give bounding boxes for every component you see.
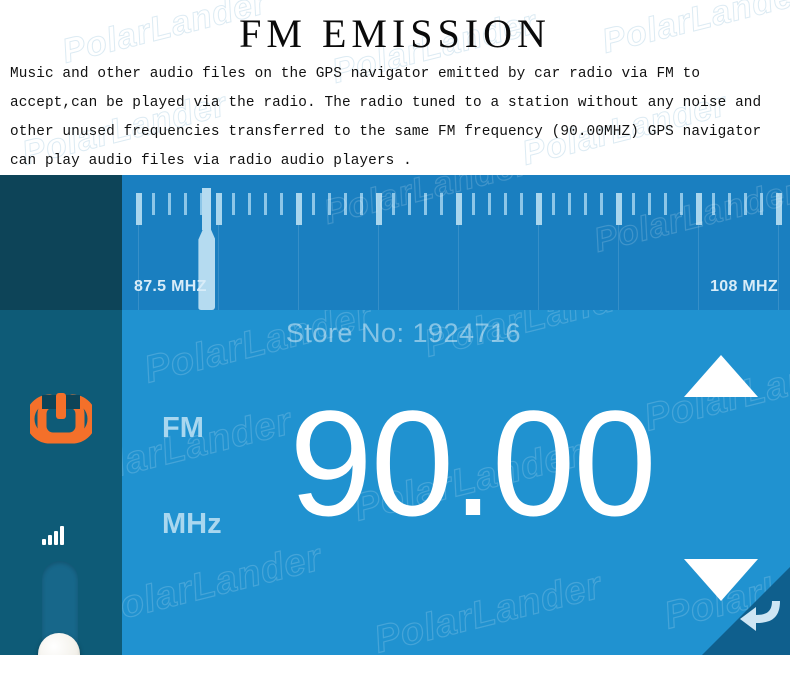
tuner-needle-body (198, 228, 216, 310)
frequency-tuner-scale[interactable]: 87.5 MHZ 108 MHZ PolarLander PolarLander (122, 175, 790, 310)
tuner-tick-minor (744, 193, 747, 215)
tuner-tick-minor (184, 193, 187, 215)
tuner-tick-minor (488, 193, 491, 215)
store-number-label: Store No: 1924716 (285, 318, 522, 348)
back-button[interactable] (702, 567, 790, 655)
signal-bars-high-icon (42, 525, 64, 545)
fm-radio-screen: 87.5 MHZ 108 MHZ PolarLander PolarLander… (0, 175, 790, 655)
tuner-tick-major (296, 193, 302, 310)
tuner-tick-minor (264, 193, 267, 215)
tuner-tick-minor (232, 193, 235, 215)
tuner-min-label: 87.5 MHZ (134, 278, 207, 295)
tuner-tick-minor (728, 193, 731, 215)
tuner-tick-minor (648, 193, 651, 215)
tuner-tick-major (696, 193, 702, 310)
tuner-tick-minor (664, 193, 667, 215)
band-unit-label: MHz (162, 508, 222, 540)
tuner-max-label: 108 MHZ (710, 278, 778, 295)
tuner-tick-minor (680, 193, 683, 215)
tuner-tick-minor (504, 193, 507, 215)
tuner-tick-major (376, 193, 382, 310)
tuner-tick-minor (712, 193, 715, 215)
page-title: FM EMISSION (239, 11, 551, 56)
tuner-tick-minor (360, 193, 363, 215)
tuner-tick-minor (472, 193, 475, 215)
tuner-tick-minor (248, 193, 251, 215)
tuner-tick-major (456, 193, 462, 310)
tuner-tick-minor (424, 193, 427, 215)
footer-strip (0, 655, 790, 674)
sidebar-top-panel (0, 175, 122, 310)
back-arrow-icon (736, 597, 782, 637)
tuner-tick-major (536, 193, 542, 310)
current-frequency-value: 90.00 (289, 379, 656, 547)
tuner-tick-minor (168, 193, 171, 215)
tuner-tick-minor (520, 193, 523, 215)
power-icon[interactable] (25, 387, 97, 449)
tuner-tick-minor (584, 193, 587, 215)
tuner-tick-minor (392, 193, 395, 215)
tuner-tick-minor (600, 193, 603, 215)
tuner-tick-minor (280, 193, 283, 215)
tuner-tick-major (776, 193, 782, 310)
description-text: Music and other audio files on the GPS n… (10, 66, 771, 169)
tuner-tick-minor (152, 193, 155, 215)
tuner-tick-minor (552, 193, 555, 215)
triangle-up-icon[interactable] (684, 355, 758, 397)
tuner-tick-minor (568, 193, 571, 215)
description-header: PolarLander PolarLander PolarLander Pola… (0, 0, 790, 175)
tuner-tick-major (136, 193, 142, 310)
tuner-tick-minor (760, 193, 763, 215)
tuner-tick-minor (632, 193, 635, 215)
tuner-tick-minor (344, 193, 347, 215)
tuner-needle-stem (202, 188, 212, 230)
tuner-tick-minor (408, 193, 411, 215)
tuner-tick-major (616, 193, 622, 310)
tuner-tick-minor (328, 193, 331, 215)
watermark: PolarLander (370, 564, 607, 655)
band-name-label: FM (162, 412, 204, 444)
tuner-tick-minor (440, 193, 443, 215)
frequency-display-panel: PolarLander PolarLander PolarLander Pola… (122, 310, 790, 655)
tuner-tick-minor (312, 193, 315, 215)
